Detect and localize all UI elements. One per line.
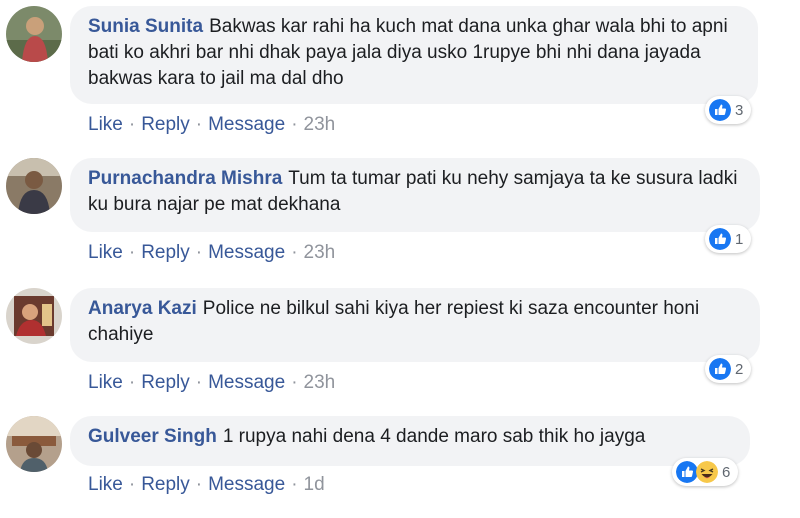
separator: · [128,372,136,393]
separator: · [195,372,203,393]
avatar[interactable] [6,6,62,62]
separator: · [195,474,203,495]
comment-bubble: Gulveer Singh 1 rupya nahi dena 4 dande m… [70,416,750,466]
reactions-badge[interactable]: 6 [672,458,739,486]
comment-actions: Like · Reply · Message · 23h [88,242,335,264]
separator: · [128,474,136,495]
like-icon [709,99,731,121]
reactions-badge[interactable]: 2 [705,355,752,383]
comment-bubble: Purnachandra Mishra Tum ta tumar pati ku … [70,158,760,232]
message-link[interactable]: Message [208,114,285,135]
comment-text: 1 rupya nahi dena 4 dande maro sab thik … [222,426,646,447]
reaction-count: 1 [735,230,744,248]
separator: · [291,372,298,393]
separator: · [291,474,298,495]
like-icon [709,228,731,250]
comment-author[interactable]: Anarya Kazi [88,298,197,319]
separator: · [291,114,298,135]
like-icon [676,461,698,483]
reply-link[interactable]: Reply [141,114,190,135]
comment-actions: Like · Reply · Message · 23h [88,114,335,136]
timestamp[interactable]: 23h [304,372,336,393]
comment-author[interactable]: Sunia Sunita [88,16,203,37]
reactions-badge[interactable]: 3 [705,96,752,124]
reaction-count: 2 [735,360,744,378]
comment-actions: Like · Reply · Message · 23h [88,372,335,394]
like-icon [709,358,731,380]
reaction-count: 6 [722,463,731,481]
comment-bubble: Anarya Kazi Police ne bilkul sahi kiya he… [70,288,760,362]
separator: · [195,114,203,135]
comment-author[interactable]: Gulveer Singh [88,426,217,447]
message-link[interactable]: Message [208,372,285,393]
separator: · [195,242,203,263]
reactions-badge[interactable]: 1 [705,225,752,253]
avatar[interactable] [6,288,62,344]
separator: · [128,114,136,135]
timestamp[interactable]: 23h [304,242,336,263]
reply-link[interactable]: Reply [141,474,190,495]
like-link[interactable]: Like [88,474,123,495]
reaction-count: 3 [735,101,744,119]
avatar[interactable] [6,416,62,472]
comment-author[interactable]: Purnachandra Mishra [88,168,282,189]
reply-link[interactable]: Reply [141,372,190,393]
avatar[interactable] [6,158,62,214]
comment-bubble: Sunia Sunita Bakwas kar rahi ha kuch mat … [70,6,758,104]
timestamp[interactable]: 23h [304,114,336,135]
like-link[interactable]: Like [88,372,123,393]
timestamp[interactable]: 1d [304,474,325,495]
message-link[interactable]: Message [208,242,285,263]
message-link[interactable]: Message [208,474,285,495]
haha-icon [696,461,718,483]
reply-link[interactable]: Reply [141,242,190,263]
comment-actions: Like · Reply · Message · 1d [88,474,325,496]
like-link[interactable]: Like [88,242,123,263]
like-link[interactable]: Like [88,114,123,135]
separator: · [128,242,136,263]
separator: · [291,242,298,263]
